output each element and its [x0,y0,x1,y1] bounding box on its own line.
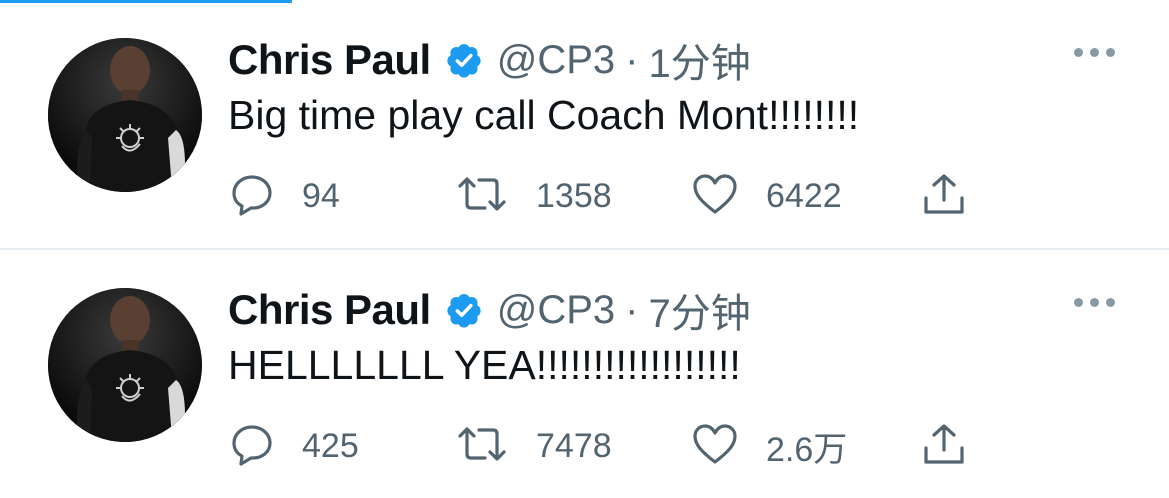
separator-dot: · [625,37,639,82]
reply-bubble-icon [228,420,276,473]
reply-button[interactable]: 425 [228,418,359,474]
retweet-icon [454,170,510,223]
tweet[interactable]: Chris Paul @CP3 · 1分钟 Big time play call… [0,0,1169,250]
author-name[interactable]: Chris Paul [228,36,431,84]
author-handle[interactable]: @CP3 [497,38,615,83]
avatar[interactable] [48,38,202,192]
share-button[interactable] [920,168,968,224]
reply-count: 425 [302,426,359,465]
heart-icon [690,420,740,473]
tweet-text: Big time play call Coach Mont!!!!!!!! [228,92,860,138]
retweet-button[interactable]: 7478 [454,418,612,474]
reply-bubble-icon [228,170,276,223]
author-handle[interactable]: @CP3 [497,288,615,333]
like-button[interactable]: 6422 [690,168,842,224]
author-name[interactable]: Chris Paul [228,286,431,334]
reply-button[interactable]: 94 [228,168,340,224]
tweet-text: HELLLLLLL YEA!!!!!!!!!!!!!!!!!! [228,342,741,388]
like-button[interactable]: 2.6万 [690,418,847,474]
tweet-actions: 94 1358 6422 [228,168,988,224]
verified-badge-icon [445,41,483,79]
heart-icon [690,170,740,223]
tweet-timestamp[interactable]: 7分钟 [648,281,750,339]
reply-count: 94 [302,176,340,215]
retweet-count: 7478 [536,426,612,465]
tweet[interactable]: Chris Paul @CP3 · 7分钟 HELLLLLLL YEA!!!!!… [0,250,1169,498]
separator-dot: · [625,287,639,332]
share-upload-icon [920,420,968,473]
verified-badge-icon [445,291,483,329]
more-dots-icon[interactable] [1074,48,1115,57]
like-count: 2.6万 [766,430,848,469]
retweet-icon [454,420,510,473]
avatar[interactable] [48,288,202,442]
retweet-count: 1358 [536,176,612,215]
more-dots-icon[interactable] [1074,298,1115,307]
retweet-button[interactable]: 1358 [454,168,612,224]
tweet-actions: 425 7478 2.6万 [228,418,988,474]
tweet-timestamp[interactable]: 1分钟 [648,31,750,89]
share-upload-icon [920,170,968,223]
share-button[interactable] [920,418,968,474]
like-count: 6422 [766,176,842,215]
